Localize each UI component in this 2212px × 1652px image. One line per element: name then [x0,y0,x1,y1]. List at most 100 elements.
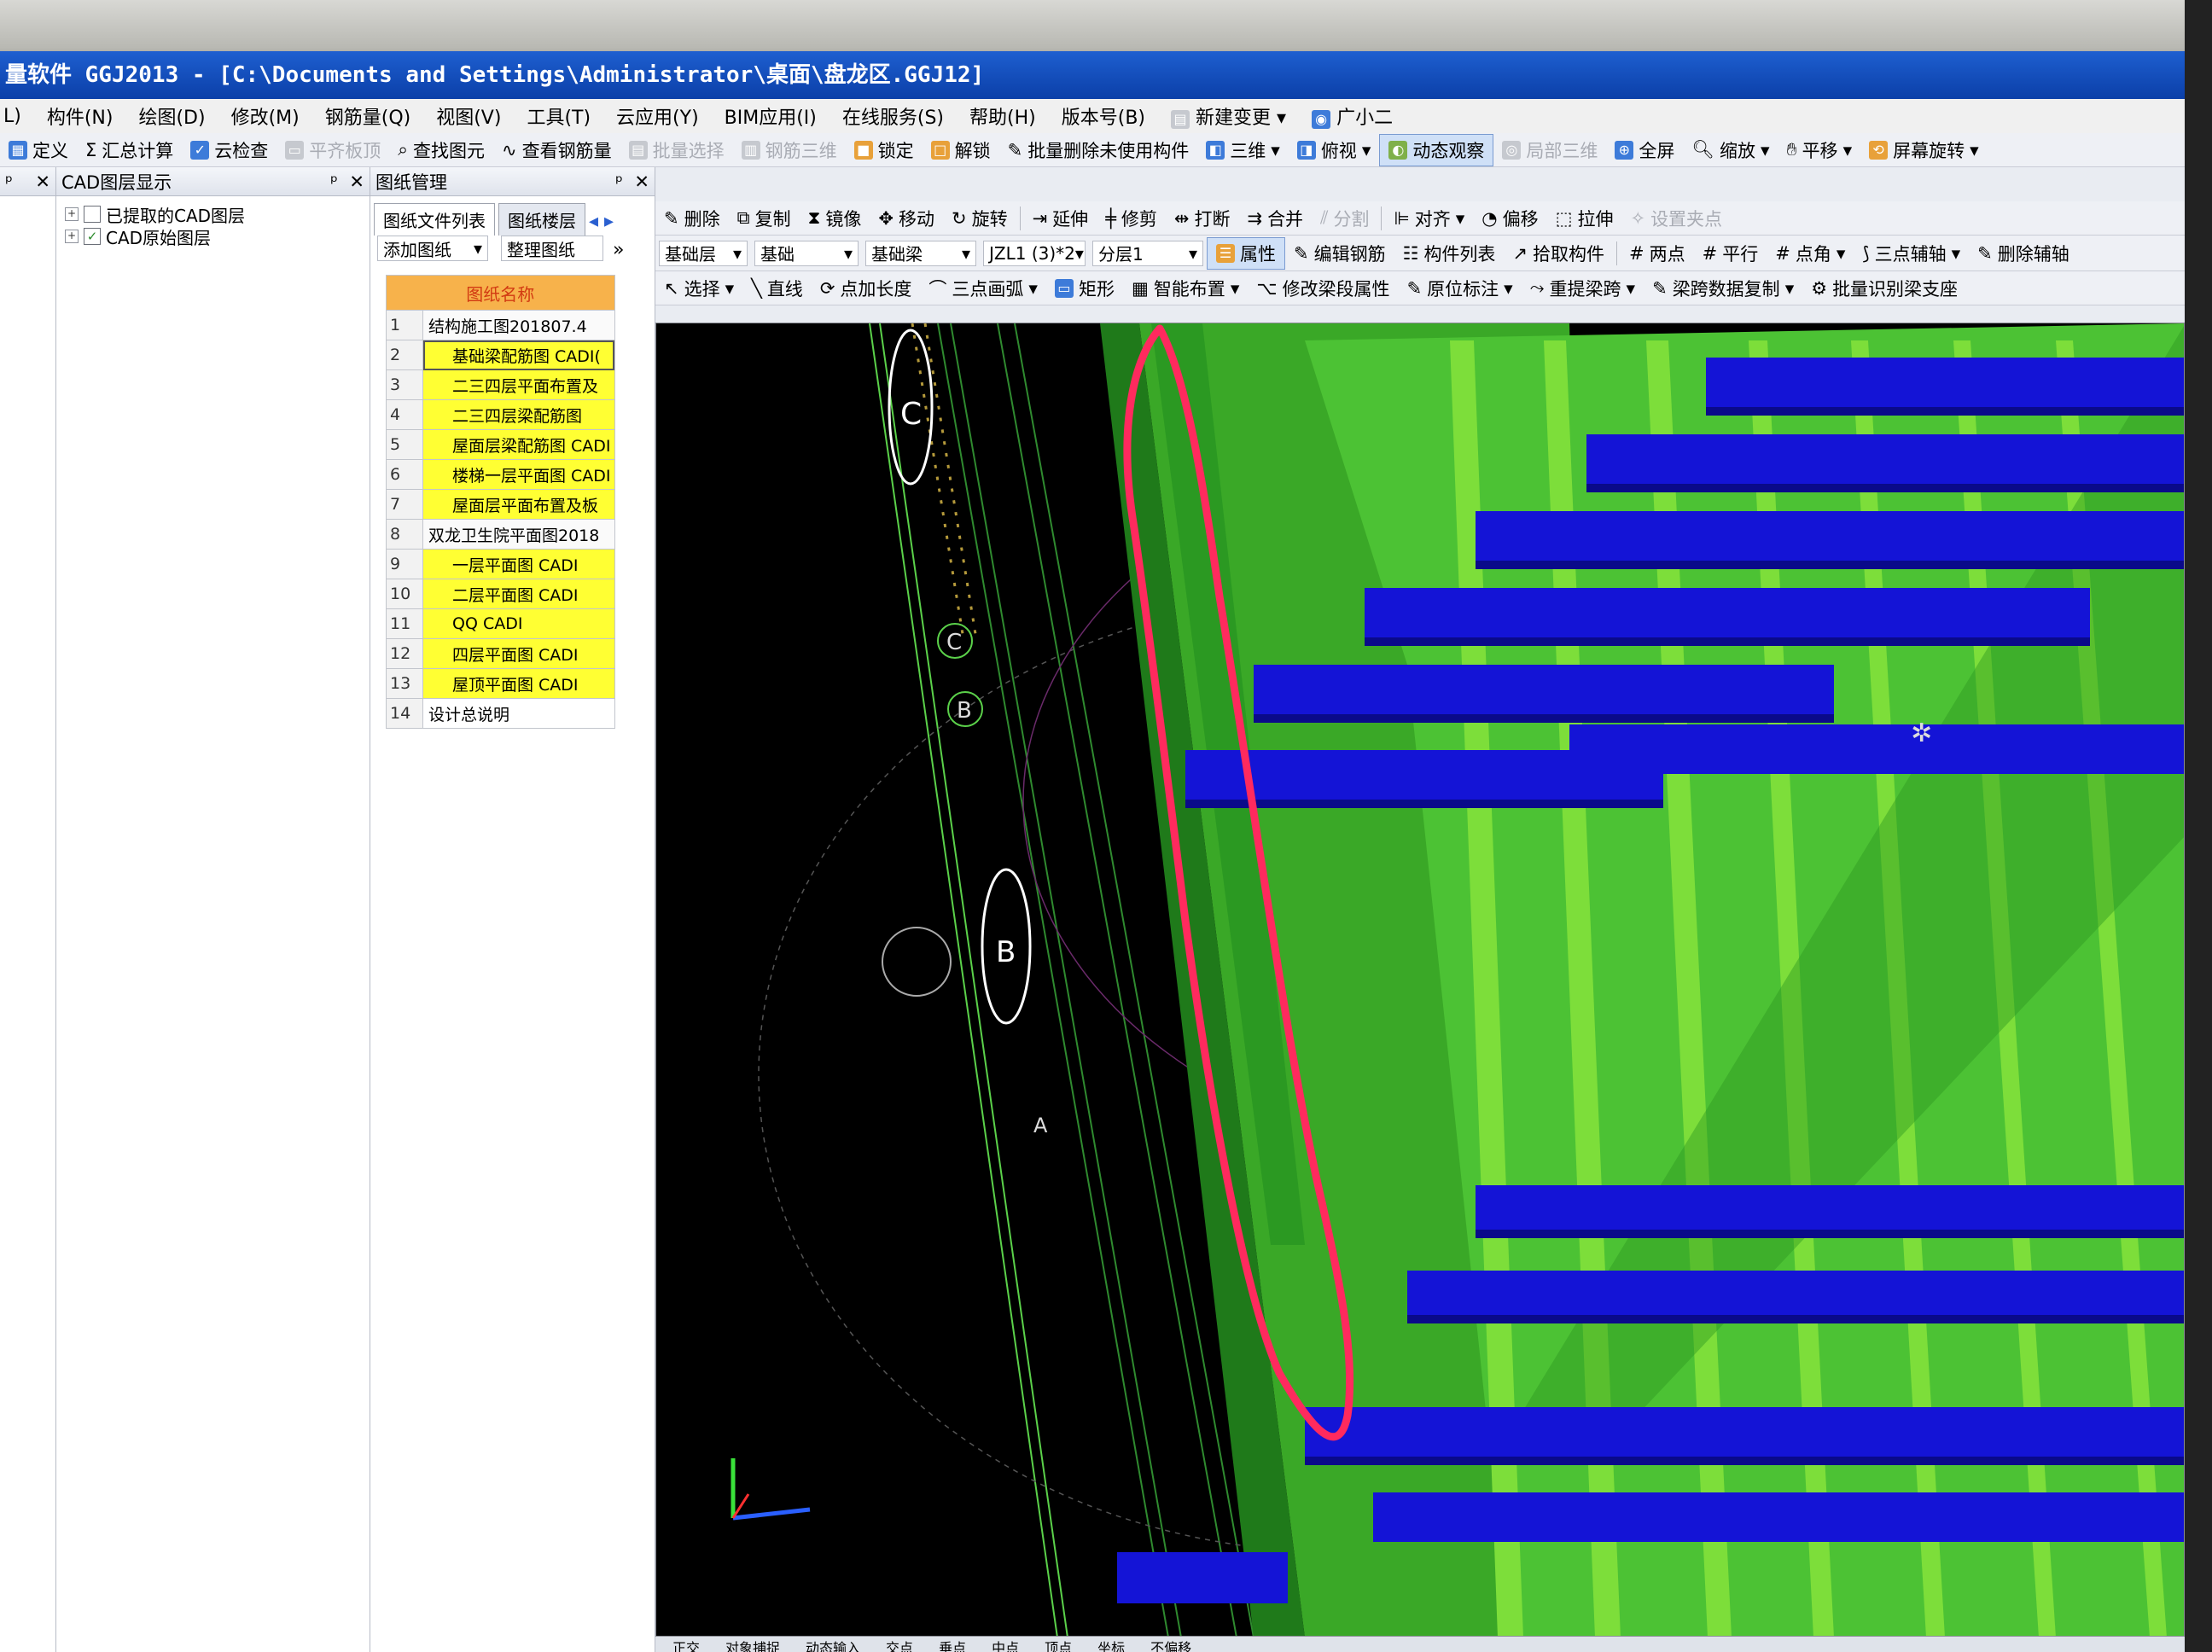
menu-item-help[interactable]: 帮助(H) [969,102,1036,130]
pin-icon[interactable]: ᵖ [330,172,338,192]
menu-item-bim[interactable]: BIM应用(I) [725,102,817,130]
sum-button[interactable]: Σ 汇总计算 [77,135,182,166]
menu-item-rebar[interactable]: 钢筋量(Q) [325,102,410,130]
batch-select-button[interactable]: ▤ 批量选择 [620,135,733,166]
add-drawing-button[interactable]: 添加图纸 ▾ [377,236,488,261]
drawing-row-name[interactable]: 双龙卫生院平面图2018 [422,519,615,550]
tab-scroll-icon[interactable]: ◂ ▸ [589,211,614,232]
drawing-row-name[interactable]: 基础梁配筋图 CADI( [422,340,615,370]
drawing-row-name[interactable]: 一层平面图 CADI [422,549,615,579]
checkbox-extracted[interactable] [84,206,101,223]
split-button[interactable]: ⫽ 分割 [1312,203,1377,234]
select-button[interactable]: ↖ 选择 ▾ [655,273,742,304]
point-angle-button[interactable]: # 点角 ▾ [1767,238,1854,269]
stretch-button[interactable]: ⬚ 拉伸 [1547,203,1622,234]
close-icon[interactable]: ✕ [35,172,50,192]
close-icon[interactable]: ✕ [349,172,364,192]
blue-beam[interactable] [1373,1492,2185,1542]
organize-drawing-button[interactable]: 整理图纸 [501,236,603,261]
blue-beam[interactable] [1365,588,2090,637]
merge-button[interactable]: ⇉ 合并 [1238,203,1312,234]
blue-beam[interactable] [1586,434,2185,484]
blue-beam[interactable] [1117,1552,1288,1603]
status-midpoint[interactable]: 中点 [992,1637,1019,1652]
drawing-row[interactable]: 9 一层平面图 CADI [386,549,615,579]
menu-item-version[interactable]: 版本号(B) [1062,102,1145,130]
status-dynamic-input[interactable]: 动态输入 [806,1637,860,1652]
expand-icon[interactable]: + [65,207,79,221]
drawing-row-name[interactable]: 四层平面图 CADI [422,638,615,669]
blue-beam[interactable] [1476,1185,2185,1230]
category-select[interactable]: 基础 ▾ [754,240,859,266]
batch-identify-button[interactable]: ⚙ 批量识别梁支座 [1802,273,1966,304]
drawing-row[interactable]: 4 二三四层梁配筋图 [386,399,615,430]
local-3d-button[interactable]: ◎ 局部三维 [1493,135,1606,166]
menu-item-modify[interactable]: 修改(M) [231,102,300,130]
cloud-check-button[interactable]: ✓ 云检查 [182,135,276,166]
drawing-row-name[interactable]: 屋顶平面图 CADI [422,668,615,699]
dynamic-view-button[interactable]: ◐ 动态观察 [1379,133,1494,166]
checkbox-original[interactable]: ✓ [84,228,101,245]
blue-beam[interactable] [1305,1407,2185,1457]
delete-axis-button[interactable]: ✎ 删除辅轴 [1969,238,2078,269]
three-d-button[interactable]: ◧ 三维 ▾ [1197,135,1289,166]
rebar-3d-button[interactable]: ▥ 钢筋三维 [733,135,846,166]
drawing-row[interactable]: 1 结构施工图201807.4 [386,310,615,340]
blue-beam[interactable] [1407,1271,2185,1315]
edit-span-button[interactable]: ⌥ 修改梁段属性 [1248,273,1398,304]
drawing-row-name[interactable]: 二层平面图 CADI [422,579,615,609]
status-intersection[interactable]: 交点 [886,1637,913,1652]
status-vertex[interactable]: 顶点 [1045,1637,1072,1652]
drawing-row-name[interactable]: 屋面层梁配筋图 CADI [422,429,615,460]
blue-beam[interactable] [1476,511,2185,561]
flat-board-button[interactable]: ▭ 平齐板顶 [276,135,389,166]
layer-select[interactable]: 分层1 ▾ [1092,240,1203,266]
menu-item-new-change[interactable]: ▤ 新建变更 ▾ [1171,102,1286,130]
zoom-button[interactable]: 🔍︎ 缩放 ▾ [1683,135,1778,166]
point-length-button[interactable]: ⟳ 点加长度 [812,273,921,304]
copy-span-button[interactable]: ✎ 梁跨数据复制 ▾ [1644,273,1802,304]
define-button[interactable]: ▦ 定义 [0,135,77,166]
layer-row-extracted[interactable]: + 已提取的CAD图层 [56,203,370,226]
drawing-row[interactable]: 10 二层平面图 CADI [386,579,615,609]
menu-item-left[interactable]: L) [3,106,21,127]
blue-beam[interactable] [1569,724,2185,774]
view-rebar-button[interactable]: ∿ 查看钢筋量 [493,135,620,166]
copy-button[interactable]: ⧉ 复制 [729,203,800,234]
more-icon[interactable]: » [613,240,624,261]
move-button[interactable]: ✥ 移动 [870,203,943,234]
drawing-row-name[interactable]: 结构施工图201807.4 [422,310,615,340]
properties-button[interactable]: ☰ 属性 [1207,236,1285,270]
screen-rotate-button[interactable]: ⟲ 屏幕旋转 ▾ [1860,135,1988,166]
drawing-viewport[interactable]: C C B B A ✲ [655,323,2185,1637]
component-list-button[interactable]: ☷ 构件列表 [1394,238,1505,269]
menu-item-assistant[interactable]: ◉ 广小二 [1312,102,1393,130]
drawing-row[interactable]: 3 二三四层平面布置及 [386,369,615,400]
trim-button[interactable]: ╪ 修剪 [1097,203,1166,234]
drawing-row[interactable]: 8 双龙卫生院平面图2018 [386,519,615,550]
status-snap[interactable]: 对象捕捉 [725,1637,780,1652]
menu-item-draw[interactable]: 绘图(D) [138,102,205,130]
type-select[interactable]: 基础梁 ▾ [865,240,976,266]
tab-drawing-files[interactable]: 图纸文件列表 [374,203,495,236]
delete-button[interactable]: ✎ 删除 [655,203,729,234]
drawing-row[interactable]: 6 楼梯一层平面图 CADI [386,459,615,490]
drawing-row-name[interactable]: 屋面层平面布置及板 [422,489,615,520]
two-point-axis-button[interactable]: # 两点 [1621,238,1694,269]
smart-place-button[interactable]: ▦ 智能布置 ▾ [1123,273,1248,304]
arc-button[interactable]: ⌒ 三点画弧 ▾ [920,273,1046,304]
drawing-row-name[interactable]: 二三四层平面布置及 [422,369,615,400]
blue-beam[interactable] [1706,358,2185,407]
extend-button[interactable]: ⇥ 延伸 [1024,203,1097,234]
pin-icon[interactable]: ᵖ [5,172,13,192]
top-view-button[interactable]: ◨ 俯视 ▾ [1289,135,1380,166]
drawing-row-name[interactable]: 楼梯一层平面图 CADI [422,459,615,490]
unlock-button[interactable]: □ 解锁 [923,135,999,166]
status-perpendicular[interactable]: 垂点 [939,1637,966,1652]
menu-item-online[interactable]: 在线服务(S) [842,102,944,130]
blue-beam[interactable] [1254,665,1834,714]
menu-item-cloud[interactable]: 云应用(Y) [616,102,699,130]
floor-select[interactable]: 基础层 ▾ [659,240,748,266]
tab-drawing-floors[interactable]: 图纸楼层 [498,203,585,236]
close-icon[interactable]: ✕ [634,172,649,192]
